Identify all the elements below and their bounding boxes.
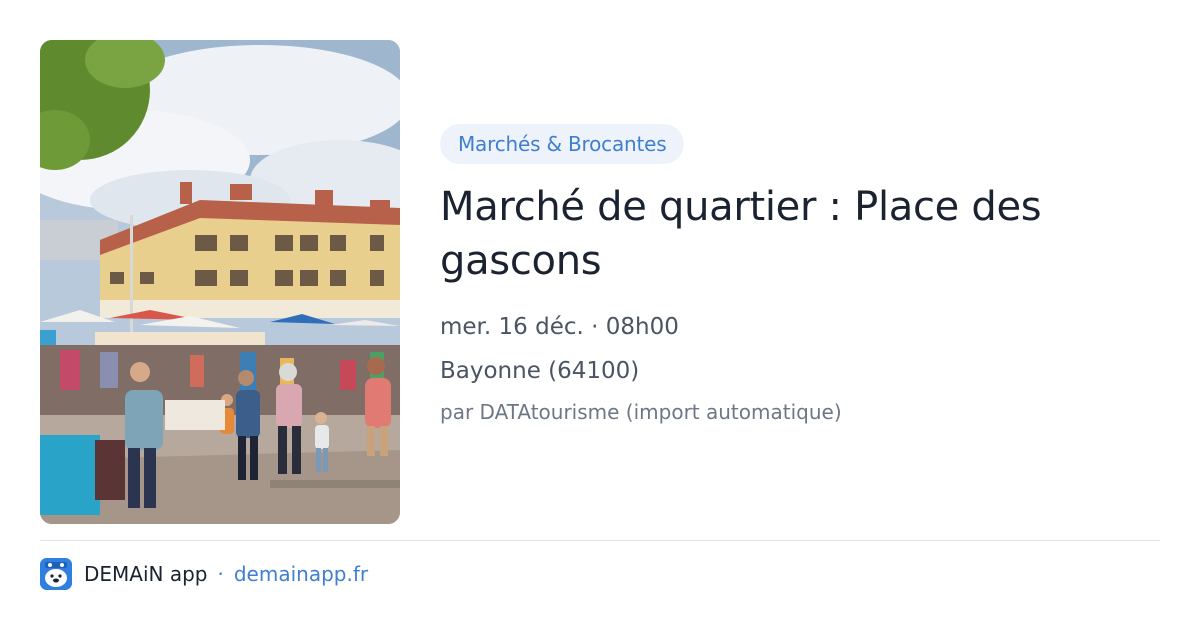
footer: DEMAiN app · demainapp.fr bbox=[40, 558, 368, 590]
footer-separator: · bbox=[217, 562, 224, 586]
event-details: Marchés & Brocantes Marché de quartier :… bbox=[440, 124, 1160, 426]
category-badge[interactable]: Marchés & Brocantes bbox=[440, 124, 685, 164]
event-date: mer. 16 déc. · 08h00 bbox=[440, 314, 679, 340]
event-photo bbox=[40, 40, 400, 524]
footer-divider bbox=[40, 540, 1160, 541]
event-author: par DATAtourisme (import automatique) bbox=[440, 400, 842, 424]
calendar-bear-icon[interactable] bbox=[40, 558, 72, 590]
app-name: DEMAiN app bbox=[84, 562, 208, 586]
app-domain-link[interactable]: demainapp.fr bbox=[234, 562, 368, 586]
event-title: Marché de quartier : Place des gascons bbox=[440, 184, 1042, 284]
event-location: Bayonne (64100) bbox=[440, 358, 640, 384]
market-square-image bbox=[40, 40, 400, 524]
